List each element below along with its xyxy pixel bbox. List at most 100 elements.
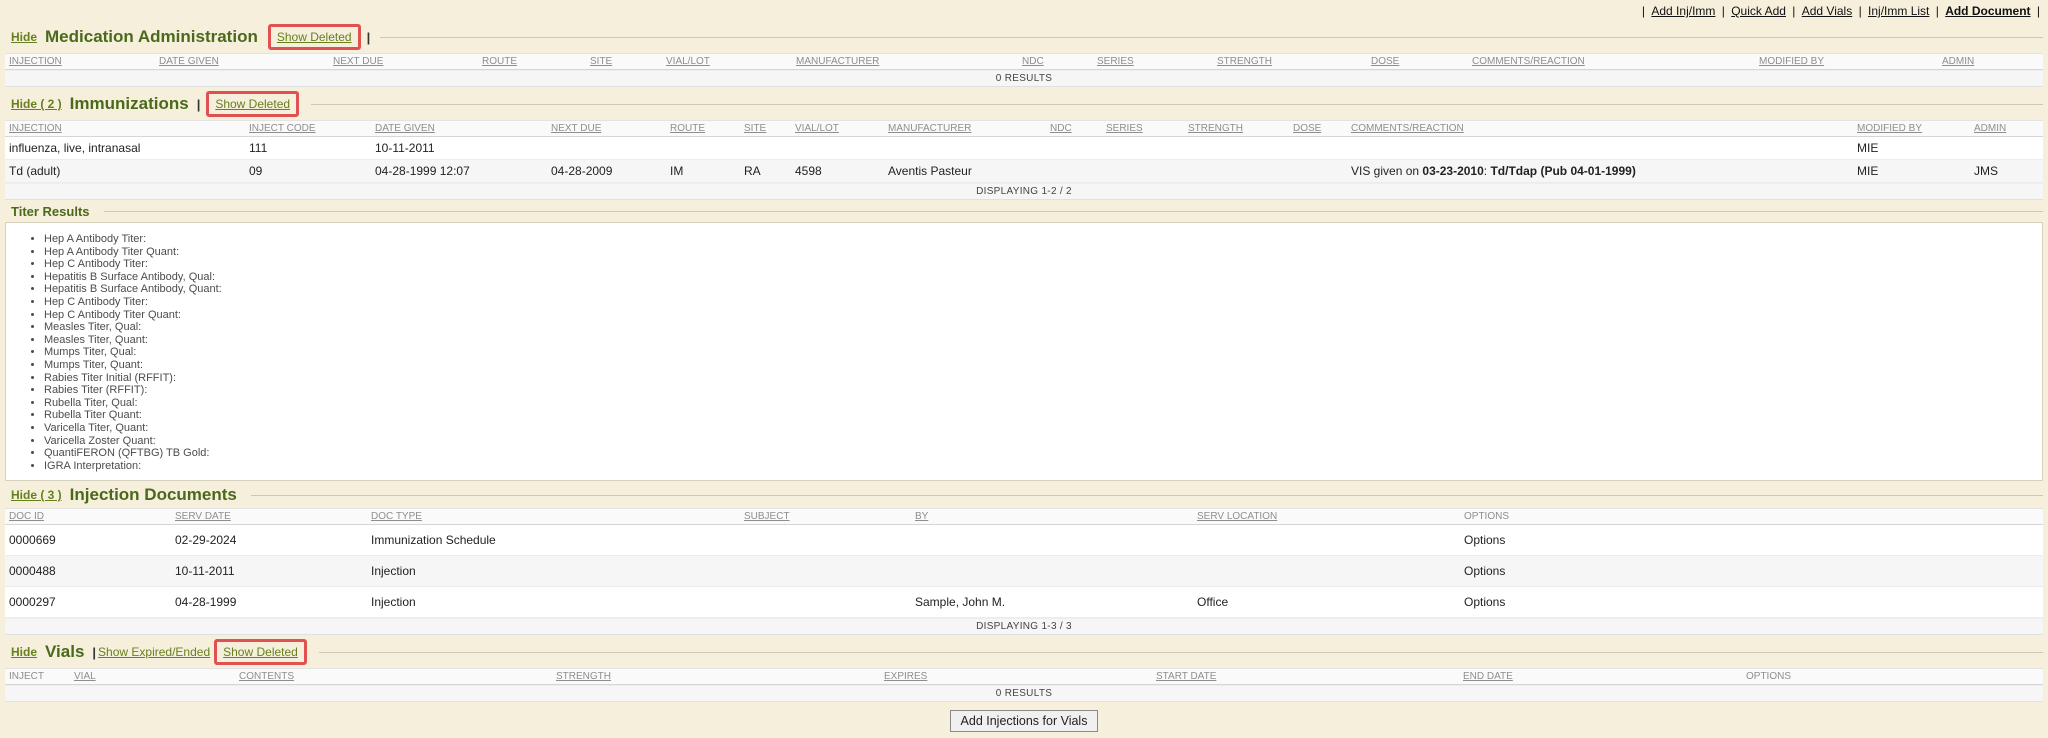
col-vial-lot[interactable]: VIAL/LOT xyxy=(662,54,792,70)
col-ndc[interactable]: NDC xyxy=(1046,121,1102,137)
col-admin[interactable]: ADMIN xyxy=(1938,54,2043,70)
col-modified-by[interactable]: MODIFIED BY xyxy=(1853,121,1970,137)
show-deleted-highlight-box: Show Deleted xyxy=(268,24,361,50)
immunization-row[interactable]: Td (adult) 09 04-28-1999 12:07 04-28-200… xyxy=(5,160,2043,183)
col-options: OPTIONS xyxy=(1742,669,2043,685)
add-injections-for-vials-button[interactable]: Add Injections for Vials xyxy=(950,710,1099,732)
cell-doc-id: 0000297 xyxy=(5,587,171,618)
col-manufacturer[interactable]: MANUFACTURER xyxy=(884,121,1046,137)
separator: | xyxy=(197,97,201,112)
cell-date-given: 10-11-2011 xyxy=(371,137,547,160)
col-site[interactable]: SITE xyxy=(740,121,791,137)
show-deleted-immunizations-link[interactable]: Show Deleted xyxy=(215,97,290,111)
titer-item: Varicella Titer, Quant: xyxy=(44,422,2042,435)
col-options: OPTIONS xyxy=(1460,509,2043,525)
show-deleted-vials-link[interactable]: Show Deleted xyxy=(223,645,298,659)
col-comments-reaction[interactable]: COMMENTS/REACTION xyxy=(1468,54,1755,70)
cell-next-due xyxy=(547,137,666,160)
hide-vials-link[interactable]: Hide xyxy=(11,645,37,659)
col-strength[interactable]: STRENGTH xyxy=(552,669,880,685)
medication-administration-table: INJECTION DATE GIVEN NEXT DUE ROUTE SITE… xyxy=(5,53,2043,70)
col-next-due[interactable]: NEXT DUE xyxy=(547,121,666,137)
col-manufacturer[interactable]: MANUFACTURER xyxy=(792,54,1018,70)
col-site[interactable]: SITE xyxy=(586,54,662,70)
col-vial[interactable]: VIAL xyxy=(70,669,235,685)
hide-injection-documents-link[interactable]: Hide ( 3 ) xyxy=(11,488,62,502)
col-date-given[interactable]: DATE GIVEN xyxy=(155,54,329,70)
col-series[interactable]: SERIES xyxy=(1093,54,1213,70)
col-injection[interactable]: INJECTION xyxy=(5,54,155,70)
separator: | xyxy=(367,30,371,45)
col-admin[interactable]: ADMIN xyxy=(1970,121,2043,137)
documents-paging-status: DISPLAYING 1-3 / 3 xyxy=(5,618,2043,635)
immunization-row[interactable]: influenza, live, intranasal 111 10-11-20… xyxy=(5,137,2043,160)
col-strength[interactable]: STRENGTH xyxy=(1184,121,1289,137)
injection-documents-title: Injection Documents xyxy=(70,485,237,505)
cell-route: IM xyxy=(666,160,740,183)
hide-immunizations-link[interactable]: Hide ( 2 ) xyxy=(11,97,62,111)
titer-item: Hep C Antibody Titer Quant: xyxy=(44,309,2042,322)
document-row[interactable]: 0000669 02-29-2024 Immunization Schedule… xyxy=(5,525,2043,556)
medication-administration-header: Hide Medication Administration Show Dele… xyxy=(5,20,2043,53)
cell-doc-id: 0000488 xyxy=(5,556,171,587)
header-rule xyxy=(104,211,2043,212)
col-serv-location[interactable]: SERV LOCATION xyxy=(1193,509,1460,525)
cell-injection: Td (adult) xyxy=(5,160,245,183)
document-options-link[interactable]: Options xyxy=(1464,564,1505,578)
col-subject[interactable]: SUBJECT xyxy=(740,509,911,525)
add-document-link[interactable]: Add Document xyxy=(1945,4,2030,18)
col-route[interactable]: ROUTE xyxy=(478,54,586,70)
col-expires[interactable]: EXPIRES xyxy=(880,669,1152,685)
col-inject-code[interactable]: INJECT CODE xyxy=(245,121,371,137)
cell-serv-location: Office xyxy=(1193,587,1460,618)
col-modified-by[interactable]: MODIFIED BY xyxy=(1755,54,1938,70)
immunizations-header: Hide ( 2 ) Immunizations | Show Deleted xyxy=(5,87,2043,120)
col-dose[interactable]: DOSE xyxy=(1367,54,1468,70)
inj-imm-list-link[interactable]: Inj/Imm List xyxy=(1868,4,1929,18)
cell-inject-code: 111 xyxy=(245,137,371,160)
col-injection[interactable]: INJECTION xyxy=(5,121,245,137)
col-by[interactable]: BY xyxy=(911,509,1193,525)
col-doc-id[interactable]: DOC ID xyxy=(5,509,171,525)
col-ndc[interactable]: NDC xyxy=(1018,54,1093,70)
document-options-link[interactable]: Options xyxy=(1464,533,1505,547)
col-comments-reaction[interactable]: COMMENTS/REACTION xyxy=(1347,121,1853,137)
separator: | xyxy=(1859,4,1862,18)
quick-add-link[interactable]: Quick Add xyxy=(1731,4,1786,18)
cell-by xyxy=(911,525,1193,556)
col-serv-date[interactable]: SERV DATE xyxy=(171,509,367,525)
document-row[interactable]: 0000488 10-11-2011 Injection Options xyxy=(5,556,2043,587)
vials-actions: Add Injections for Vials xyxy=(5,702,2043,738)
cell-subject xyxy=(740,556,911,587)
col-series[interactable]: SERIES xyxy=(1102,121,1184,137)
col-dose[interactable]: DOSE xyxy=(1289,121,1347,137)
immunizations-title: Immunizations xyxy=(70,94,189,114)
col-end-date[interactable]: END DATE xyxy=(1459,669,1742,685)
col-next-due[interactable]: NEXT DUE xyxy=(329,54,478,70)
add-vials-link[interactable]: Add Vials xyxy=(1802,4,1852,18)
titer-item: Hepatitis B Surface Antibody, Quant: xyxy=(44,283,2042,296)
document-options-link[interactable]: Options xyxy=(1464,595,1505,609)
titer-item: Hep A Antibody Titer Quant: xyxy=(44,246,2042,259)
hide-medication-administration-link[interactable]: Hide xyxy=(11,30,37,44)
col-route[interactable]: ROUTE xyxy=(666,121,740,137)
col-vial-lot[interactable]: VIAL/LOT xyxy=(791,121,884,137)
titer-item: IGRA Interpretation: xyxy=(44,460,2042,473)
show-deleted-highlight-box: Show Deleted xyxy=(206,91,299,117)
col-doc-type[interactable]: DOC TYPE xyxy=(367,509,740,525)
cell-serv-location xyxy=(1193,556,1460,587)
col-contents[interactable]: CONTENTS xyxy=(235,669,552,685)
cell-inject-code: 09 xyxy=(245,160,371,183)
document-row[interactable]: 0000297 04-28-1999 Injection Sample, Joh… xyxy=(5,587,2043,618)
add-inj-imm-link[interactable]: Add Inj/Imm xyxy=(1651,4,1715,18)
col-start-date[interactable]: START DATE xyxy=(1152,669,1459,685)
show-deleted-medication-link[interactable]: Show Deleted xyxy=(277,30,352,44)
immunizations-table: INJECTION INJECT CODE DATE GIVEN NEXT DU… xyxy=(5,120,2043,183)
cell-ndc xyxy=(1046,160,1102,183)
titer-results-header: Titer Results xyxy=(5,200,2043,222)
show-expired-ended-link[interactable]: Show Expired/Ended xyxy=(98,645,210,659)
cell-injection: influenza, live, intranasal xyxy=(5,137,245,160)
col-strength[interactable]: STRENGTH xyxy=(1213,54,1367,70)
cell-admin xyxy=(1970,137,2043,160)
col-date-given[interactable]: DATE GIVEN xyxy=(371,121,547,137)
